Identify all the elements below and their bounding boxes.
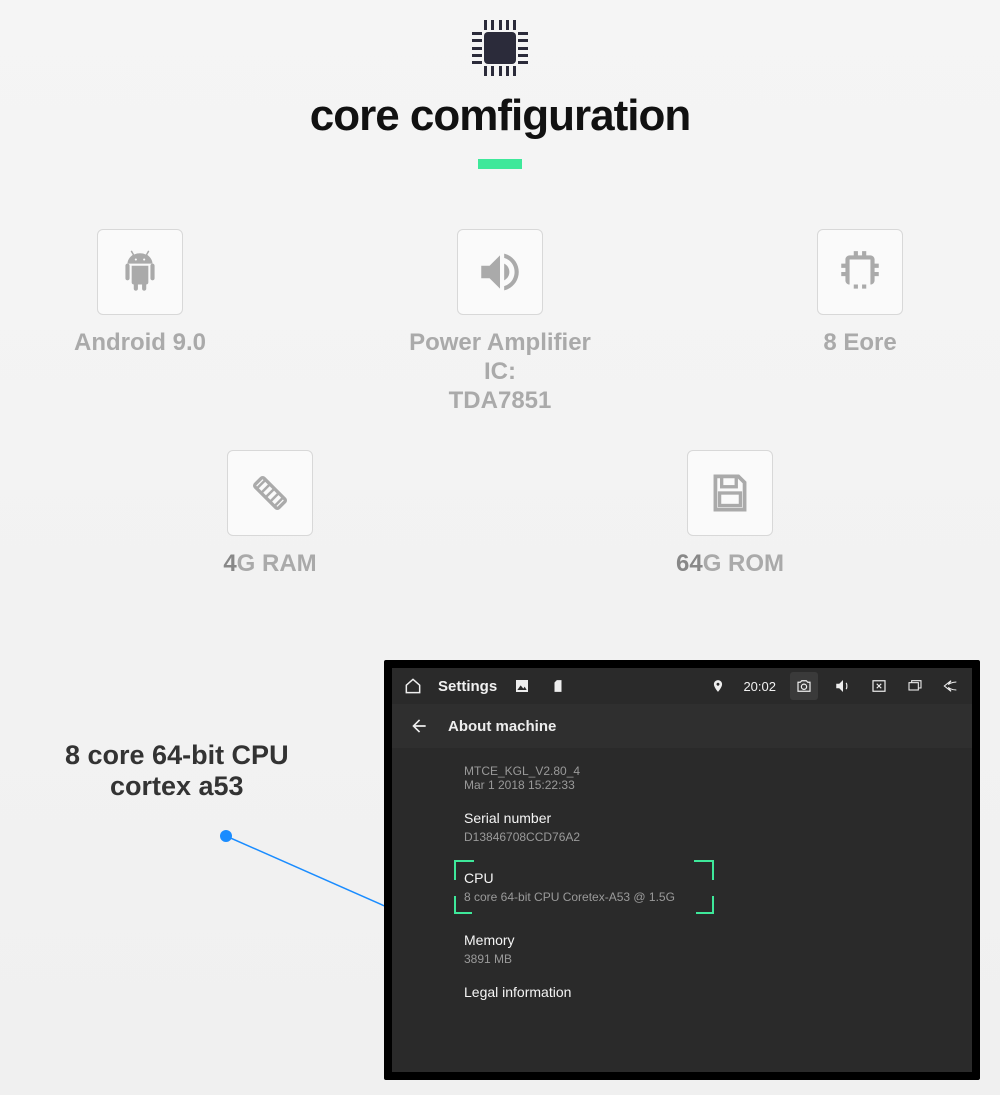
spec-label: 64G ROM — [676, 550, 784, 579]
statusbar-title: Settings — [438, 678, 497, 695]
cpu-value: 8 core 64-bit CPU Coretex-A53 @ 1.5G — [464, 890, 704, 904]
cpu-callout: 8 core 64-bit CPU cortex a53 — [65, 740, 289, 802]
storage-icon — [687, 450, 773, 536]
cpu-title: CPU — [464, 870, 704, 886]
spec-android: Android 9.0 — [40, 229, 240, 415]
spec-cores: 8 Eore — [760, 229, 960, 415]
spec-rom: 64G ROM — [630, 450, 830, 579]
spec-amplifier: Power Amplifier IC: TDA7851 — [400, 229, 600, 415]
callout-dot — [220, 830, 232, 842]
back-arrow-icon[interactable] — [408, 715, 430, 737]
cpu-chip-icon — [472, 20, 528, 76]
camera-icon[interactable] — [790, 672, 818, 700]
home-icon[interactable] — [402, 675, 424, 697]
legal-block[interactable]: Legal information — [464, 976, 972, 1014]
serial-block[interactable]: Serial number D13846708CCD76A2 — [464, 802, 972, 854]
android-icon — [97, 229, 183, 315]
title-underline — [478, 159, 522, 169]
memory-block[interactable]: Memory 3891 MB — [464, 924, 972, 976]
status-bar: Settings 20:02 — [392, 668, 972, 704]
recent-apps-icon[interactable] — [904, 675, 926, 697]
device-screenshot: Settings 20:02 About machine MTCE_KGL_V2… — [384, 660, 980, 1080]
spec-label: Android 9.0 — [74, 329, 206, 358]
volume-icon[interactable] — [832, 675, 854, 697]
speaker-icon — [457, 229, 543, 315]
page-title: core comfiguration — [0, 91, 1000, 141]
version-block[interactable]: MTCE_KGL_V2.80_4 Mar 1 2018 15:22:33 — [464, 756, 972, 802]
sd-card-icon[interactable] — [547, 675, 569, 697]
spec-label: Power Amplifier IC: TDA7851 — [400, 329, 600, 415]
statusbar-time: 20:02 — [743, 679, 776, 694]
close-app-icon[interactable] — [868, 675, 890, 697]
cpu-chip-icon — [817, 229, 903, 315]
subheader-title: About machine — [448, 718, 556, 735]
back-icon[interactable] — [940, 675, 962, 697]
spec-label: 4G RAM — [223, 550, 316, 579]
picture-icon[interactable] — [511, 675, 533, 697]
ram-icon — [227, 450, 313, 536]
callout-line2: cortex a53 — [65, 771, 289, 802]
cpu-highlight-frame: CPU 8 core 64-bit CPU Coretex-A53 @ 1.5G — [454, 860, 714, 914]
location-icon[interactable] — [707, 675, 729, 697]
spec-label: 8 Eore — [823, 329, 896, 358]
spec-ram: 4G RAM — [170, 450, 370, 579]
page-subheader: About machine — [392, 704, 972, 748]
callout-line1: 8 core 64-bit CPU — [65, 740, 289, 771]
